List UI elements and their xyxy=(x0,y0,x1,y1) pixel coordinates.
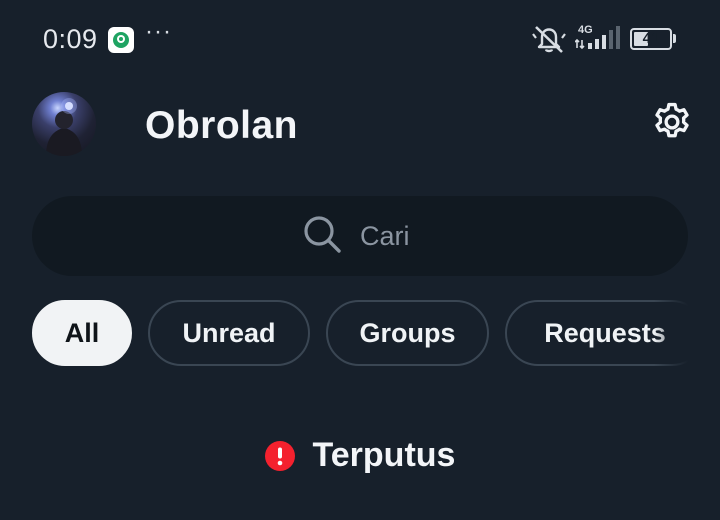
avatar[interactable] xyxy=(32,92,96,156)
search-input[interactable] xyxy=(360,220,420,252)
alert-circle-icon xyxy=(264,440,295,471)
search-bar[interactable] xyxy=(32,196,688,276)
battery-icon: 41 xyxy=(630,28,672,50)
chips-fade xyxy=(654,300,688,366)
signal-icon xyxy=(574,24,623,57)
battery-cap xyxy=(673,34,676,43)
chip-groups[interactable]: Groups xyxy=(326,300,489,366)
search-inner xyxy=(300,212,420,261)
maps-pin-icon xyxy=(108,27,134,53)
filter-chips: All Unread Groups Requests xyxy=(32,300,688,366)
gear-icon xyxy=(650,100,694,149)
status-time: 0:09 xyxy=(43,24,98,54)
connection-status: Terputus xyxy=(0,436,720,475)
search-icon xyxy=(300,212,344,261)
overflow-dots-icon: ··· xyxy=(145,18,172,45)
chip-all[interactable]: All xyxy=(32,300,132,366)
status-bar: 0:09 ··· 4G 41 xyxy=(0,0,720,78)
battery-level: 41 xyxy=(642,30,660,47)
page-title: Obrolan xyxy=(145,104,299,147)
bell-muted-icon xyxy=(532,24,566,59)
settings-button[interactable] xyxy=(648,100,696,148)
chip-unread[interactable]: Unread xyxy=(148,300,310,366)
connection-status-text: Terputus xyxy=(312,436,456,474)
